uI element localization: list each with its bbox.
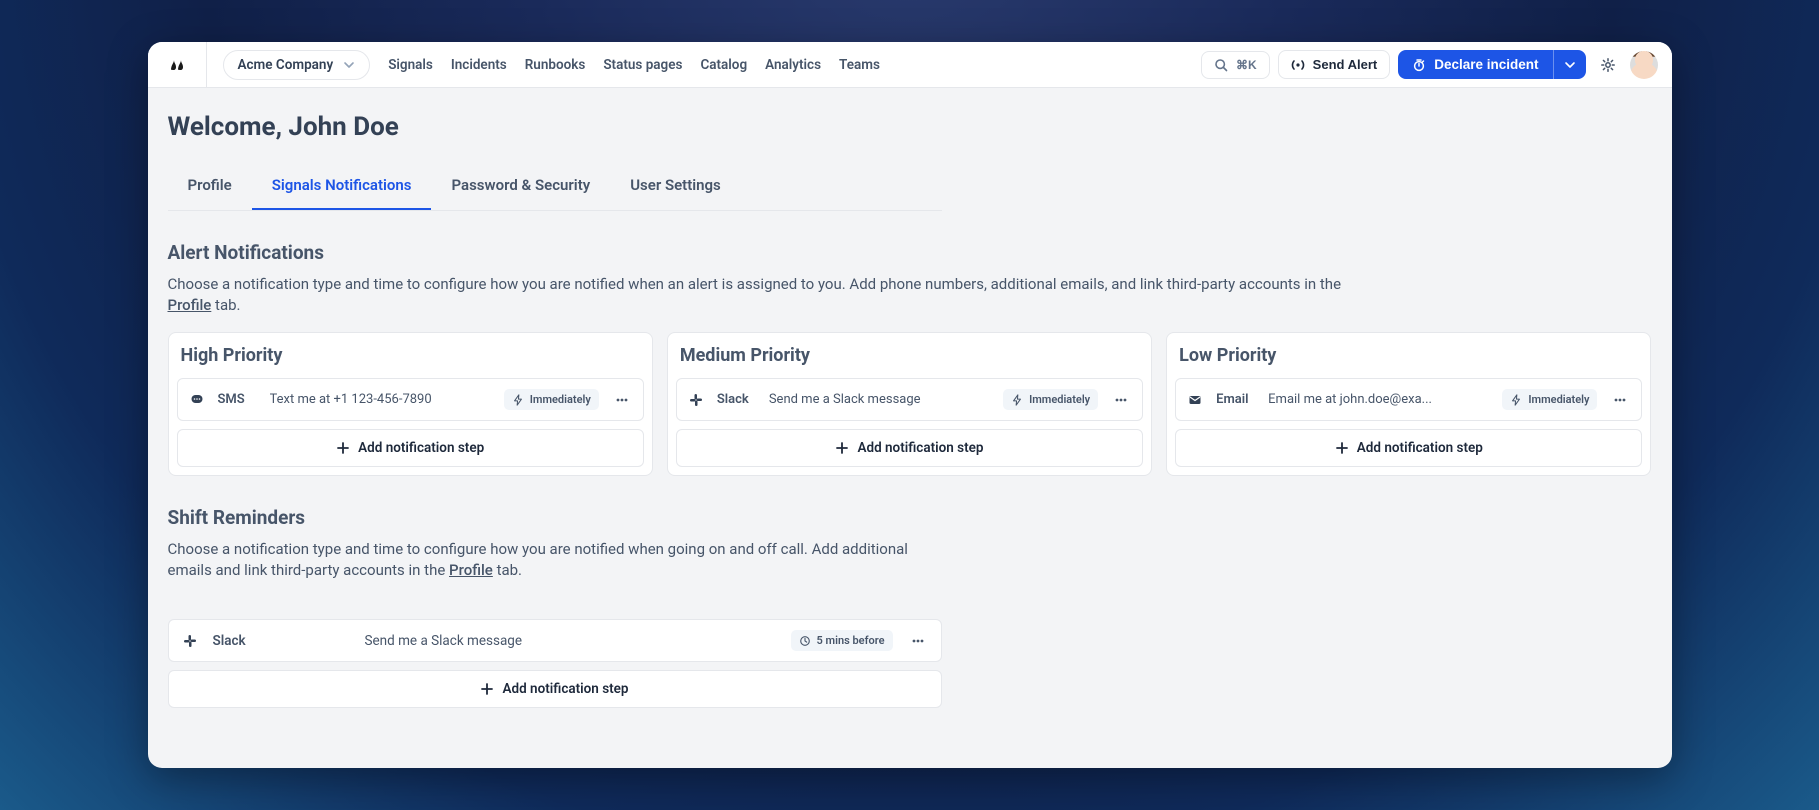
channel-label: SMS [218, 392, 258, 407]
chat-icon [188, 391, 206, 409]
slack-icon [687, 391, 705, 409]
search-button[interactable]: ⌘K [1201, 51, 1270, 79]
nav-teams[interactable]: Teams [839, 57, 880, 73]
broadcast-icon [1291, 58, 1305, 72]
tab-signals-notifications[interactable]: Signals Notifications [252, 164, 432, 210]
step-description: Send me a Slack message [769, 392, 991, 407]
shift-reminders-description: Choose a notification type and time to c… [168, 539, 942, 581]
step-more-button[interactable] [611, 393, 633, 407]
plus-icon [835, 441, 849, 455]
priority-card-medium: Medium Priority Slack Send me a Slack me… [667, 332, 1152, 476]
declare-incident-button[interactable]: Declare incident [1398, 50, 1552, 79]
email-icon [1186, 391, 1204, 409]
priority-title: High Priority [181, 345, 644, 366]
notification-step: SMS Text me at +1 123-456-7890 Immediate… [177, 378, 644, 421]
add-step-label: Add notification step [358, 440, 484, 456]
topbar: Acme Company Signals Incidents Runbooks … [148, 42, 1672, 88]
search-icon [1214, 58, 1228, 72]
add-shift-step-button[interactable]: Add notification step [168, 670, 942, 708]
send-alert-button[interactable]: Send Alert [1278, 50, 1391, 79]
add-step-button[interactable]: Add notification step [1175, 429, 1642, 467]
clock-icon [799, 635, 811, 647]
content: Welcome, John Doe Profile Signals Notifi… [148, 88, 1672, 736]
timing-label: Immediately [530, 393, 591, 406]
notification-step: Email Email me at john.doe@exa... Immedi… [1175, 378, 1642, 421]
channel-label: Slack [717, 392, 757, 407]
timing-pill: Immediately [504, 389, 599, 410]
priority-title: Low Priority [1179, 345, 1642, 366]
settings-button[interactable] [1594, 51, 1622, 79]
priority-cards: High Priority SMS Text me at +1 123-456-… [168, 332, 1652, 476]
declare-incident-label: Declare incident [1434, 57, 1538, 72]
add-step-label: Add notification step [857, 440, 983, 456]
nav-status-pages[interactable]: Status pages [603, 57, 682, 73]
timing-pill: Immediately [1003, 389, 1098, 410]
logo [166, 55, 186, 75]
divider [206, 42, 207, 88]
topbar-right: ⌘K Send Alert Declare incident [1201, 50, 1658, 79]
company-selector[interactable]: Acme Company [223, 50, 371, 80]
notification-step: Slack Send me a Slack message Immediatel… [676, 378, 1143, 421]
declare-incident-dropdown[interactable] [1553, 50, 1586, 79]
step-description: Email me at john.doe@exa... [1268, 392, 1490, 407]
add-step-button[interactable]: Add notification step [676, 429, 1143, 467]
nav-runbooks[interactable]: Runbooks [525, 57, 586, 73]
step-more-button[interactable] [907, 634, 929, 648]
main-nav: Signals Incidents Runbooks Status pages … [388, 57, 880, 73]
chevron-down-icon [343, 59, 355, 71]
add-step-label: Add notification step [502, 681, 628, 697]
gear-icon [1600, 57, 1616, 73]
shift-reminders-title: Shift Reminders [168, 506, 1652, 529]
timing-pill: 5 mins before [791, 630, 893, 651]
timing-label: Immediately [1528, 393, 1589, 406]
shift-notification-step: Slack Send me a Slack message 5 mins bef… [168, 619, 942, 662]
plus-icon [1335, 441, 1349, 455]
slack-icon [181, 632, 199, 650]
add-step-button[interactable]: Add notification step [177, 429, 644, 467]
priority-card-high: High Priority SMS Text me at +1 123-456-… [168, 332, 653, 476]
alert-notifications-title: Alert Notifications [168, 241, 1652, 264]
page-title: Welcome, John Doe [168, 112, 1652, 142]
profile-link[interactable]: Profile [168, 296, 212, 314]
channel-label: Slack [213, 633, 261, 649]
declare-incident-group: Declare incident [1398, 50, 1585, 79]
app-window: Acme Company Signals Incidents Runbooks … [148, 42, 1672, 768]
profile-link[interactable]: Profile [449, 561, 493, 579]
bolt-icon [1011, 394, 1023, 406]
tab-profile[interactable]: Profile [168, 164, 252, 210]
timing-label: Immediately [1029, 393, 1090, 406]
alert-notifications-description: Choose a notification type and time to c… [168, 274, 1368, 316]
avatar[interactable] [1630, 51, 1658, 79]
step-more-button[interactable] [1110, 393, 1132, 407]
plus-icon [336, 441, 350, 455]
bolt-icon [1510, 394, 1522, 406]
tab-password-security[interactable]: Password & Security [431, 164, 610, 210]
chevron-down-icon [1564, 59, 1576, 71]
step-description: Send me a Slack message [275, 633, 777, 649]
search-shortcut: ⌘K [1236, 58, 1257, 72]
send-alert-label: Send Alert [1313, 57, 1378, 72]
timing-pill: Immediately [1502, 389, 1597, 410]
nav-analytics[interactable]: Analytics [765, 57, 821, 73]
step-description: Text me at +1 123-456-7890 [270, 392, 492, 407]
tabs: Profile Signals Notifications Password &… [168, 164, 942, 211]
step-more-button[interactable] [1609, 393, 1631, 407]
plus-icon [480, 682, 494, 696]
add-step-label: Add notification step [1357, 440, 1483, 456]
nav-signals[interactable]: Signals [388, 57, 433, 73]
company-name: Acme Company [238, 57, 334, 73]
stopwatch-icon [1412, 58, 1426, 72]
nav-incidents[interactable]: Incidents [451, 57, 507, 73]
bolt-icon [512, 394, 524, 406]
priority-title: Medium Priority [680, 345, 1143, 366]
timing-label: 5 mins before [817, 634, 885, 647]
nav-catalog[interactable]: Catalog [700, 57, 747, 73]
channel-label: Email [1216, 392, 1256, 407]
tab-user-settings[interactable]: User Settings [610, 164, 741, 210]
priority-card-low: Low Priority Email Email me at john.doe@… [1166, 332, 1651, 476]
